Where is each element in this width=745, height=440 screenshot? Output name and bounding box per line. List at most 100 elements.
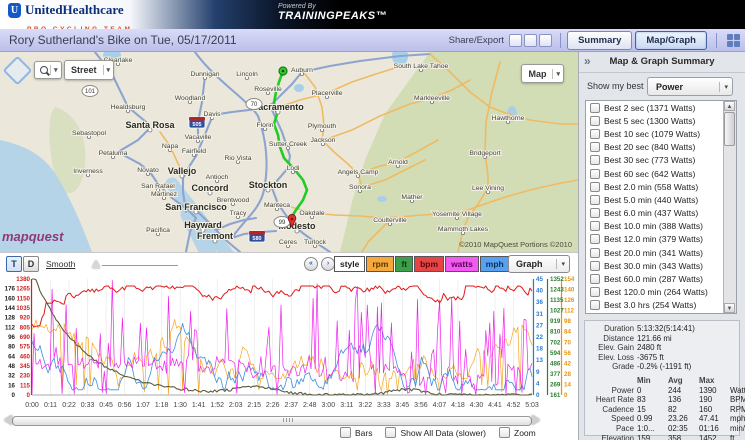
x-tick-label: 3:56 — [414, 402, 428, 409]
chevron-down-icon[interactable]: ▾ — [552, 68, 563, 79]
scrollbar-track[interactable] — [12, 416, 532, 426]
best-effort-checkbox[interactable] — [590, 300, 600, 311]
best-effort-item[interactable]: Best 12.0 min (379 Watts) — [586, 233, 736, 246]
map-type-button[interactable]: Map ▾ — [521, 64, 564, 83]
smooth-slider-handle[interactable] — [92, 260, 100, 268]
chevron-down-icon[interactable]: ▾ — [719, 81, 732, 92]
best-effort-item[interactable]: Best 30.0 min (343 Watts) — [586, 259, 736, 272]
play-button[interactable]: › — [321, 257, 335, 271]
best-effort-checkbox[interactable] — [590, 142, 600, 153]
summary-tab-button[interactable]: Summary — [567, 30, 633, 50]
best-effort-checkbox[interactable] — [590, 194, 600, 205]
stats-cell: 15 — [637, 404, 646, 414]
checkbox[interactable] — [499, 427, 510, 438]
map-panel[interactable]: Clearlake Dunnigan Lincoln Auburn South Lake… — [0, 52, 578, 252]
map-canvas[interactable]: ClearlakeDunnigan LincolnAuburnSouth Lake… — [0, 52, 578, 252]
best-effort-item[interactable]: Best 60 sec (642 Watts) — [586, 167, 736, 180]
share-export-label[interactable]: Share/Export — [449, 35, 504, 46]
city-label: Vallejo — [168, 166, 197, 176]
best-effort-item[interactable]: Best 20.0 min (341 Watts) — [586, 246, 736, 259]
smooth-label[interactable]: Smooth — [46, 259, 75, 269]
city-label: Petaluma — [99, 150, 128, 157]
powered-by-label: Powered By — [278, 3, 316, 10]
chevron-down-icon[interactable]: ▾ — [556, 259, 569, 269]
divider — [716, 32, 717, 48]
map-zoom-button[interactable]: ▾ — [34, 61, 62, 79]
best-effort-label: Best 20 sec (840 Watts) — [604, 142, 696, 153]
best-effort-checkbox[interactable] — [590, 287, 600, 298]
map-layer-select[interactable]: Street ▾ — [64, 60, 115, 80]
scrollbar-grip[interactable] — [282, 418, 293, 422]
share-icon-2[interactable] — [524, 33, 538, 47]
best-effort-item[interactable]: Best 60.0 min (287 Watts) — [586, 272, 736, 285]
best-metric-select[interactable]: Power ▾ — [647, 77, 733, 96]
city-label: South Lake Tahoe — [394, 63, 449, 70]
x-tick-label: 3:33 — [377, 402, 391, 409]
share-icon-3[interactable] — [539, 33, 553, 47]
best-effort-checkbox[interactable] — [590, 115, 600, 126]
scroll-right-icon[interactable] — [532, 415, 540, 425]
x-tick-label: 1:30 — [173, 402, 187, 409]
graph-scrollbar[interactable] — [4, 415, 540, 426]
best-effort-item[interactable]: Best 10 sec (1079 Watts) — [586, 127, 736, 140]
stats-cell: Watts — [730, 385, 745, 395]
series-chip-bpm[interactable]: bpm — [414, 256, 445, 272]
checkbox[interactable] — [385, 427, 397, 438]
scroll-down-icon[interactable]: ▼ — [724, 303, 735, 313]
chevron-down-icon[interactable]: ▾ — [50, 65, 61, 75]
share-icon-1[interactable] — [509, 33, 523, 47]
series-chip-rpm[interactable]: rpm — [366, 256, 395, 272]
best-effort-item[interactable]: Best 5.0 min (440 Watts) — [586, 193, 736, 206]
best-effort-checkbox[interactable] — [590, 208, 600, 219]
best-effort-item[interactable]: Best 20 sec (840 Watts) — [586, 141, 736, 154]
best-effort-item[interactable]: Best 5 sec (1300 Watts) — [586, 114, 736, 127]
ride-chart[interactable]: 0:00 0:11 0:22 0:33 0:45 0:56 1:07 1:18 1:30 1:41… — [0, 275, 578, 413]
chevron-down-icon[interactable]: ▾ — [102, 65, 114, 75]
best-effort-item[interactable]: Best 10.0 min (388 Watts) — [586, 220, 736, 233]
time-axis-button[interactable]: T — [6, 256, 22, 272]
best-effort-checkbox[interactable] — [590, 155, 600, 166]
smooth-slider-track[interactable] — [102, 265, 178, 266]
series-chip-watts[interactable]: watts — [445, 256, 479, 272]
checkbox[interactable] — [340, 427, 351, 438]
x-tick-label: 1:41 — [192, 402, 206, 409]
best-effort-checkbox[interactable] — [590, 181, 600, 192]
best-effort-item[interactable]: Best 2.0 min (558 Watts) — [586, 180, 736, 193]
best-effort-checkbox[interactable] — [590, 128, 600, 139]
x-tick-label: 5:03 — [525, 402, 539, 409]
scroll-left-icon[interactable] — [4, 415, 12, 425]
list-scrollbar[interactable]: ▲ ▼ — [723, 101, 736, 313]
layout-grid-icon[interactable] — [727, 33, 740, 47]
best-effort-checkbox[interactable] — [590, 260, 600, 271]
best-effort-label: Best 3.0 hrs (254 Watts) — [604, 300, 697, 311]
app-window: U UnitedHealthcare PRO CYCLING TEAM Powe… — [0, 0, 745, 440]
mapgraph-tab-button[interactable]: Map/Graph — [635, 30, 707, 50]
best-effort-item[interactable]: Best 120.0 min (264 Watts) — [586, 286, 736, 299]
best-effort-item[interactable]: Best 6.0 min (437 Watts) — [586, 207, 736, 220]
series-chip-mph[interactable]: mph — [479, 256, 510, 272]
best-effort-checkbox[interactable] — [590, 274, 600, 285]
y-tick-label: 32 — [8, 373, 15, 380]
graph-type-select[interactable]: Graph ▾ — [508, 255, 570, 273]
best-effort-item[interactable]: Best 2 sec (1371 Watts) — [586, 101, 736, 114]
best-effort-checkbox[interactable] — [590, 168, 600, 179]
distance-axis-button[interactable]: D — [23, 256, 39, 272]
stats-value: Elev. Loss — [598, 352, 634, 362]
best-effort-checkbox[interactable] — [590, 234, 600, 245]
graph-option-zoom[interactable]: Zoom — [499, 427, 536, 438]
city-label: Auburn — [291, 67, 313, 74]
series-chip-ft[interactable]: ft — [395, 256, 414, 272]
best-effort-item[interactable]: Best 3.0 hrs (254 Watts) — [586, 299, 736, 312]
city-label: Vacaville — [185, 134, 212, 141]
graph-option-bars[interactable]: Bars — [340, 427, 372, 438]
graph-option-show-all-data-slower-[interactable]: Show All Data (slower) — [385, 427, 486, 438]
scroll-up-icon[interactable]: ▲ — [724, 101, 735, 111]
x-tick-label: 2:48 — [303, 402, 317, 409]
series-chip-style[interactable]: style — [334, 256, 366, 272]
best-effort-checkbox[interactable] — [590, 102, 600, 113]
best-effort-checkbox[interactable] — [590, 247, 600, 258]
rewind-button[interactable]: « — [304, 257, 318, 271]
best-effort-checkbox[interactable] — [590, 221, 600, 232]
best-effort-item[interactable]: Best 30 sec (773 Watts) — [586, 154, 736, 167]
scrollbar-thumb[interactable] — [724, 112, 735, 146]
